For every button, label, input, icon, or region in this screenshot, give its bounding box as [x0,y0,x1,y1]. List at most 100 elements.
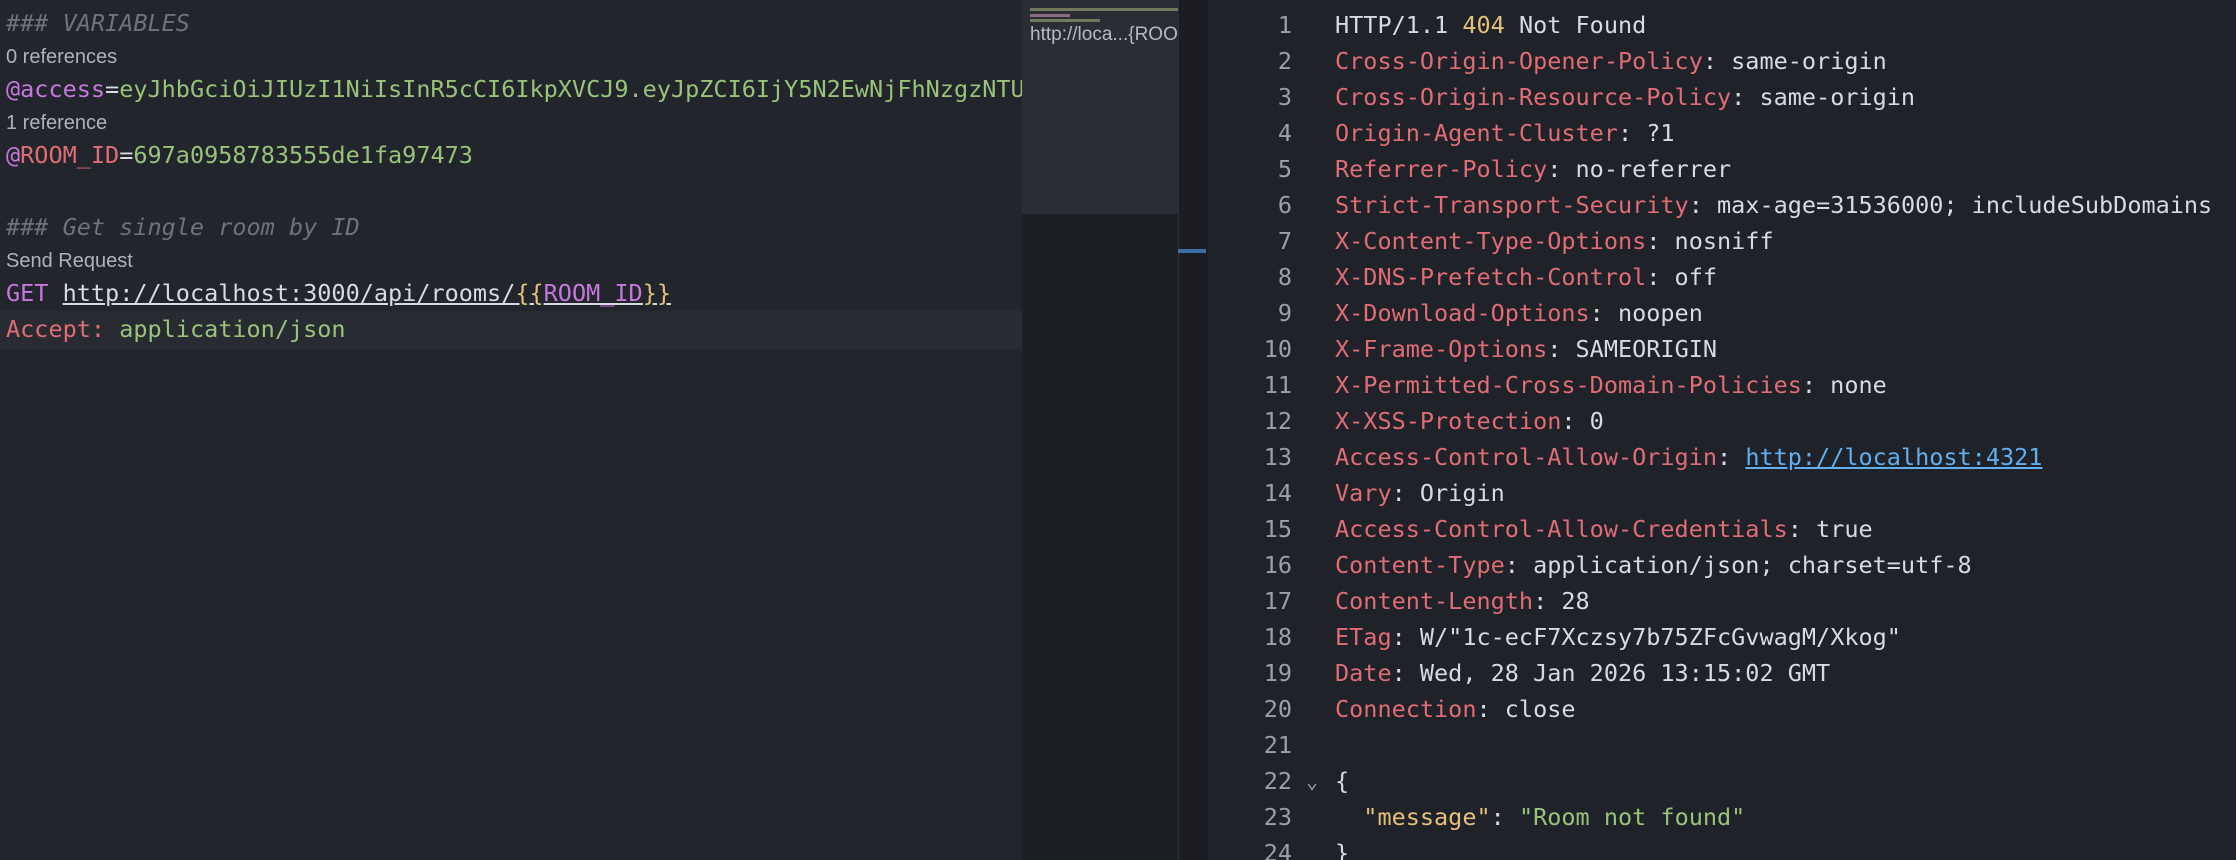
header-key: Cross-Origin-Resource-Policy [1335,83,1732,111]
header-key: Access-Control-Allow-Credentials [1335,515,1788,543]
line-content: Cross-Origin-Opener-Policy: same-origin [1335,43,1887,79]
line-number: 9 [1277,299,1292,327]
line-number: 7 [1277,227,1292,255]
response-line[interactable]: 2 Cross-Origin-Opener-Policy: same-origin [1208,43,2236,79]
line-number: 16 [1263,551,1292,579]
header-key: Cross-Origin-Opener-Policy [1335,47,1703,75]
access-variable-line[interactable]: @access=eyJhbGciOiJIUzI1NiIsInR5cCI6IkpX… [6,71,1022,107]
fold-chevron-icon[interactable]: ⌄ [1306,763,1318,799]
codelens-1-reference[interactable]: 1 reference [6,108,107,138]
line-content: X-Frame-Options: SAMEORIGIN [1335,331,1717,367]
header-key: ETag [1335,623,1392,651]
response-line[interactable]: 24} [1208,835,2236,860]
header-key: Connection [1335,695,1477,723]
response-line[interactable]: 5 Referrer-Policy: no-referrer [1208,151,2236,187]
line-number: 22 [1263,767,1292,795]
line-number: 2 [1277,47,1292,75]
line-content: } [1335,835,1349,860]
response-line[interactable]: 23 "message": "Room not found" [1208,799,2236,835]
header-key: Date [1335,659,1392,687]
split-divider[interactable] [1178,0,1209,860]
token: : W/"1c-ecF7Xczsy7b75ZFcGvwagM/Xkog" [1391,623,1901,651]
response-line[interactable]: 18 ETag: W/"1c-ecF7Xczsy7b75ZFcGvwagM/Xko… [1208,619,2236,655]
minimap-line [1030,14,1070,17]
header-key: X-Frame-Options [1335,335,1548,363]
minimap-label: http://loca...{ROOM_ID}} [1030,24,1178,45]
header-key: Content-Length [1335,587,1534,615]
room-var-at: @ [6,141,21,169]
line-content: X-Content-Type-Options: nosniff [1335,223,1774,259]
line-content: X-XSS-Protection: 0 [1335,403,1604,439]
request-line[interactable]: GET http://localhost:3000/api/rooms/{{RO… [6,275,671,311]
response-line[interactable]: 10 X-Frame-Options: SAMEORIGIN [1208,331,2236,367]
line-content: X-Permitted-Cross-Domain-Policies: none [1335,367,1887,403]
response-line[interactable]: 3 Cross-Origin-Resource-Policy: same-orig… [1208,79,2236,115]
minimap[interactable]: http://loca...{ROOM_ID}} [1022,0,1180,860]
send-request-link[interactable]: Send Request [6,246,133,276]
line-content: Connection: close [1335,691,1576,727]
line-content: Content-Type: application/json; charset=… [1335,547,1972,583]
response-line[interactable]: 17 Content-Length: 28 [1208,583,2236,619]
codelens-0-references[interactable]: 0 references [6,42,117,72]
token: : true [1787,515,1873,543]
response-line[interactable]: 21 [1208,727,2236,763]
line-content: Referrer-Policy: no-referrer [1335,151,1731,187]
line-content: ETag: W/"1c-ecF7Xczsy7b75ZFcGvwagM/Xkog" [1335,619,1901,655]
token: : close [1476,695,1576,723]
line-content: X-DNS-Prefetch-Control: off [1335,259,1717,295]
response-line[interactable]: 4 Origin-Agent-Cluster: ?1 [1208,115,2236,151]
response-line[interactable]: 14 Vary: Origin [1208,475,2236,511]
line-content: { [1335,763,1349,799]
token: 404 [1462,11,1505,39]
response-line[interactable]: 6 Strict-Transport-Security: max-age=3153… [1208,187,2236,223]
response-pane[interactable]: 1 HTTP/1.1 404 Not Found 2 Cross-Origin-Ope… [1208,0,2236,860]
url-brace-close: }} [642,279,671,307]
response-line[interactable]: 1 HTTP/1.1 404 Not Found [1208,7,2236,43]
response-line[interactable]: 9 X-Download-Options: noopen [1208,295,2236,331]
header-key: Origin-Agent-Cluster [1335,119,1618,147]
accept-header-line[interactable]: Accept: application/json [6,311,346,347]
request-url[interactable]: http://localhost:3000/api/rooms/{{ROOM_I… [63,279,671,307]
line-number: 3 [1277,83,1292,111]
header-key: Referrer-Policy [1335,155,1548,183]
response-line[interactable]: 16 Content-Type: application/json; charse… [1208,547,2236,583]
response-line[interactable]: 11 X-Permitted-Cross-Domain-Policies: non… [1208,367,2236,403]
room-id-variable-line[interactable]: @ROOM_ID=697a0958783555de1fa97473 [6,137,473,173]
request-editor-pane[interactable]: ### VARIABLES 0 references @access=eyJhb… [0,0,1022,860]
minimap-line [1030,19,1100,22]
token: } [1335,839,1350,860]
response-line[interactable]: 13 Access-Control-Allow-Origin: http://lo… [1208,439,2236,475]
url-brace-open: {{ [515,279,544,307]
line-content: Vary: Origin [1335,475,1505,511]
header-key: Access-Control-Allow-Origin [1335,443,1718,471]
line-number: 8 [1277,263,1292,291]
token: : same-origin [1702,47,1887,75]
response-line[interactable]: 15 Access-Control-Allow-Credentials: true [1208,511,2236,547]
token: : 0 [1561,407,1604,435]
header-value: application/json [119,315,346,343]
response-line[interactable]: 12 X-XSS-Protection: 0 [1208,403,2236,439]
header-key: Strict-Transport-Security [1335,191,1689,219]
header-key: Vary [1335,479,1392,507]
response-line[interactable]: 7 X-Content-Type-Options: nosniff [1208,223,2236,259]
response-line[interactable]: 22 ⌄ { [1208,763,2236,799]
access-token-value: eyJhbGciOiJIUzI1NiIsInR5cCI6IkpXVCJ9.eyJ… [119,75,1022,103]
token: : [1490,803,1519,831]
header-name: Accept: [6,315,106,343]
response-line[interactable]: 19 Date: Wed, 28 Jan 2026 13:15:02 GMT [1208,655,2236,691]
token: { [1335,767,1350,795]
line-number: 24 [1263,839,1292,860]
token: : same-origin [1731,83,1916,111]
response-line[interactable]: 8 X-DNS-Prefetch-Control: off [1208,259,2236,295]
line-number: 11 [1263,371,1292,399]
line-content: Access-Control-Allow-Credentials: true [1335,511,1873,547]
line-number: 12 [1263,407,1292,435]
origin-link[interactable]: http://localhost:4321 [1745,443,2042,471]
token: : max-age=31536000; includeSubDomains [1688,191,2213,219]
line-content: Content-Length: 28 [1335,583,1590,619]
response-line[interactable]: 20 Connection: close [1208,691,2236,727]
access-eq: = [105,75,120,103]
line-content: Date: Wed, 28 Jan 2026 13:15:02 GMT [1335,655,1830,691]
room-var-name: ROOM_ID [20,141,120,169]
